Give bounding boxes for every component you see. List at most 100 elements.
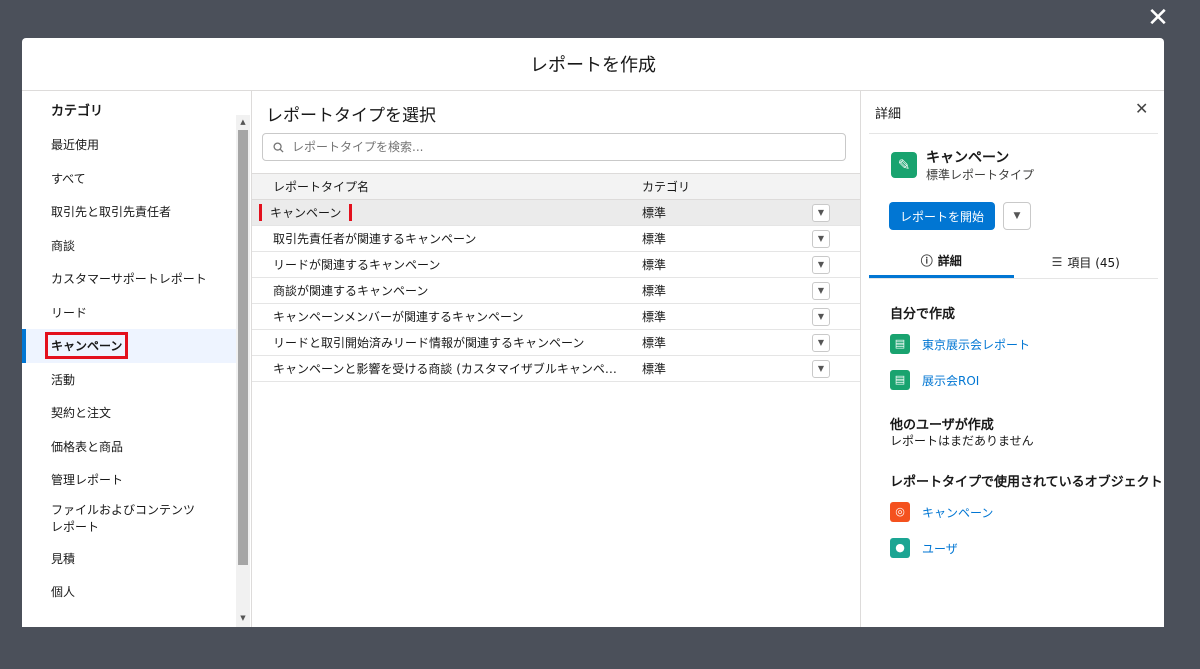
campaign-target-icon: ◎ — [890, 502, 910, 522]
object-subtitle: 標準レポートタイプ — [926, 168, 1035, 182]
table-row[interactable]: 商談が関連するキャンペーン 標準 ▼ — [252, 278, 860, 304]
report-type-title: レポートタイプを選択 — [266, 106, 436, 126]
category-label: 活動 — [51, 372, 76, 387]
column-header-name[interactable]: レポートタイプ名 — [252, 178, 620, 195]
divider — [869, 133, 1158, 134]
category-item-files-content[interactable]: ファイルおよびコンテンツレポート — [22, 497, 236, 542]
scroll-thumb[interactable] — [238, 130, 248, 565]
campaign-report-icon: ✎ — [891, 152, 917, 178]
report-type-name: 取引先責任者が関連するキャンペーン — [273, 232, 477, 246]
report-type-name: キャンペーンメンバーが関連するキャンペーン — [273, 310, 524, 324]
report-type-category: 標準 — [642, 362, 667, 376]
object-link-campaign[interactable]: ◎ キャンペーン — [890, 501, 993, 523]
category-label: 契約と注文 — [51, 406, 112, 421]
report-type-name: リードと取引開始済みリード情報が関連するキャンペーン — [273, 336, 585, 350]
details-panel: 詳細 ✕ ✎ キャンペーン 標準レポートタイプ レポートを開始 ▼ ⓘ 詳細 ☰ 項… — [861, 91, 1164, 627]
category-label: 価格表と商品 — [51, 439, 124, 454]
report-link[interactable]: ▤ 東京展示会レポート — [890, 333, 1030, 355]
report-link[interactable]: ▤ 展示会ROI — [890, 369, 979, 391]
category-item-opportunities[interactable]: 商談 — [22, 229, 236, 263]
row-dropdown-icon[interactable]: ▼ — [812, 307, 830, 326]
row-dropdown-icon[interactable]: ▼ — [812, 359, 830, 378]
category-label: キャンペーン — [45, 332, 129, 360]
category-item-accounts-contacts[interactable]: 取引先と取引先責任者 — [22, 195, 236, 229]
category-label: カスタマーサポートレポート — [51, 272, 207, 287]
category-panel: カテゴリ 最近使用 すべて 取引先と取引先責任者 商談 カスタマーサポートレポー… — [22, 91, 252, 627]
table-row[interactable]: キャンペーンと影響を受ける商談 (カスタマイザブルキャンペーン... 標準 ▼ — [252, 356, 860, 382]
report-type-category: 標準 — [642, 258, 667, 272]
object-link-label: ユーザ — [922, 541, 958, 556]
row-dropdown-icon[interactable]: ▼ — [812, 255, 830, 274]
modal-title: レポートを作成 — [22, 38, 1164, 91]
report-type-name: キャンペーン — [252, 204, 620, 221]
category-item-leads[interactable]: リード — [22, 296, 236, 330]
info-icon: ⓘ — [920, 254, 933, 268]
scroll-down-icon[interactable]: ▼ — [236, 611, 250, 625]
category-scrollbar[interactable]: ▲ ▼ — [236, 115, 250, 627]
search-input[interactable] — [290, 139, 814, 155]
row-dropdown-icon[interactable]: ▼ — [812, 203, 830, 222]
report-type-panel: レポートタイプを選択 レポートタイプ名 カテゴリ キャンペーン 標準 ▼ 取引先… — [252, 91, 861, 627]
row-dropdown-icon[interactable]: ▼ — [812, 333, 830, 352]
report-type-category: 標準 — [642, 206, 667, 220]
create-report-modal: レポートを作成 カテゴリ 最近使用 すべて 取引先と取引先責任者 商談 カスタマ… — [22, 38, 1164, 627]
list-icon: ☰ — [1051, 255, 1063, 269]
object-title: キャンペーン — [926, 150, 1010, 166]
report-icon: ▤ — [890, 334, 910, 354]
more-actions-icon[interactable]: ▼ — [1003, 202, 1031, 230]
category-list: 最近使用 すべて 取引先と取引先責任者 商談 カスタマーサポートレポート リード… — [22, 128, 236, 609]
report-type-category: 標準 — [642, 336, 667, 350]
start-report-button[interactable]: レポートを開始 — [889, 202, 995, 230]
category-label: 最近使用 — [51, 138, 100, 153]
table-row[interactable]: 取引先責任者が関連するキャンペーン 標準 ▼ — [252, 226, 860, 252]
close-icon[interactable]: ✕ — [1145, 5, 1171, 31]
report-type-name: キャンペーンと影響を受ける商談 (カスタマイザブルキャンペーン... — [273, 362, 620, 376]
category-label: 取引先と取引先責任者 — [51, 205, 172, 220]
report-type-category: 標準 — [642, 310, 667, 324]
report-type-table: レポートタイプ名 カテゴリ キャンペーン 標準 ▼ 取引先責任者が関連するキャン… — [252, 173, 860, 382]
category-item-recent[interactable]: 最近使用 — [22, 128, 236, 162]
section-created-by-others: 他のユーザが作成 — [890, 418, 994, 433]
details-header: 詳細 — [875, 107, 902, 122]
row-dropdown-icon[interactable]: ▼ — [812, 229, 830, 248]
category-item-admin-reports[interactable]: 管理レポート — [22, 463, 236, 497]
report-link-label: 展示会ROI — [922, 373, 980, 388]
category-label: 商談 — [51, 238, 76, 253]
table-row[interactable]: キャンペーン 標準 ▼ — [252, 200, 860, 226]
category-item-all[interactable]: すべて — [22, 162, 236, 196]
object-link-label: キャンペーン — [922, 505, 994, 520]
table-header: レポートタイプ名 カテゴリ — [252, 173, 860, 200]
category-item-price-books[interactable]: 価格表と商品 — [22, 430, 236, 464]
column-header-category[interactable]: カテゴリ — [620, 178, 810, 195]
tab-label: 項目 (45) — [1067, 255, 1120, 270]
scroll-up-icon[interactable]: ▲ — [236, 115, 250, 129]
table-row[interactable]: キャンペーンメンバーが関連するキャンペーン 標準 ▼ — [252, 304, 860, 330]
report-type-category: 標準 — [642, 284, 667, 298]
row-dropdown-icon[interactable]: ▼ — [812, 281, 830, 300]
modal-body: カテゴリ 最近使用 すべて 取引先と取引先責任者 商談 カスタマーサポートレポー… — [22, 91, 1164, 627]
section-objects: レポートタイプで使用されているオブジェクト — [890, 475, 1163, 490]
category-label: 個人 — [51, 585, 76, 600]
category-label: 見積 — [51, 551, 76, 566]
category-item-activities[interactable]: 活動 — [22, 363, 236, 397]
report-type-search — [262, 133, 846, 161]
details-close-icon[interactable]: ✕ — [1135, 99, 1148, 118]
category-item-quotes[interactable]: 見積 — [22, 542, 236, 576]
category-item-campaigns[interactable]: キャンペーン — [22, 329, 236, 363]
category-item-individuals[interactable]: 個人 — [22, 575, 236, 609]
report-link-label: 東京展示会レポート — [922, 337, 1031, 352]
category-label: すべて — [51, 171, 86, 186]
tab-fields[interactable]: ☰ 項目 (45) — [1014, 246, 1159, 278]
category-item-contracts-orders[interactable]: 契約と注文 — [22, 396, 236, 430]
category-title: カテゴリ — [51, 104, 104, 119]
object-link-user[interactable]: ● ユーザ — [890, 537, 958, 559]
table-row[interactable]: リードが関連するキャンペーン 標準 ▼ — [252, 252, 860, 278]
table-row[interactable]: リードと取引開始済みリード情報が関連するキャンペーン 標準 ▼ — [252, 330, 860, 356]
category-item-customer-support[interactable]: カスタマーサポートレポート — [22, 262, 236, 296]
tab-details[interactable]: ⓘ 詳細 — [869, 246, 1014, 278]
no-reports-text: レポートはまだありません — [890, 434, 1034, 448]
tab-label: 詳細 — [937, 254, 962, 268]
report-type-name: 商談が関連するキャンペーン — [273, 284, 429, 298]
report-icon: ▤ — [890, 370, 910, 390]
category-label: 管理レポート — [51, 473, 124, 488]
